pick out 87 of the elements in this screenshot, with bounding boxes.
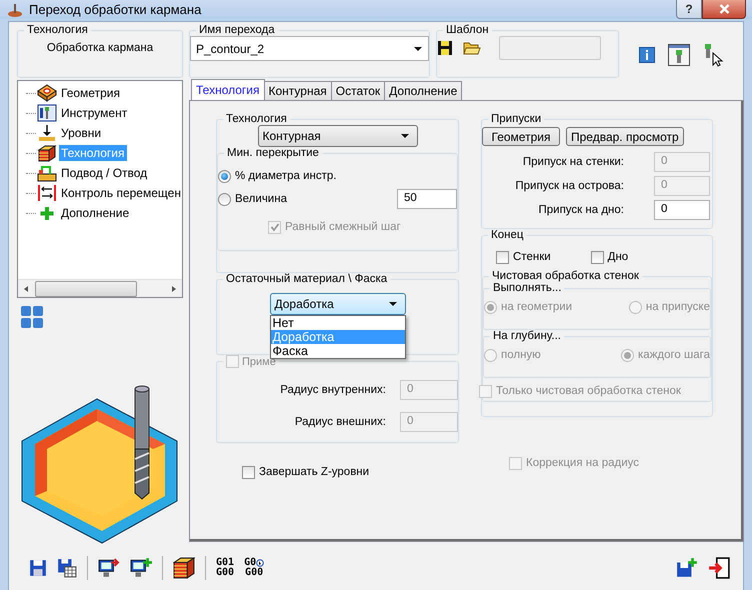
tab[interactable]: Дополнение [384, 81, 462, 100]
technology-value: Обработка кармана [46, 42, 154, 56]
field-label: Припуск на стенки: [522, 156, 624, 168]
save-icon[interactable] [29, 559, 47, 577]
monitor-arrow-icon[interactable] [98, 557, 120, 579]
info-icon[interactable] [639, 47, 655, 63]
radio-label: % диаметра инстр. [235, 170, 337, 182]
radio-label: на припуске [646, 301, 710, 313]
checkbox[interactable] [590, 250, 604, 264]
group-title: Выполнять... [492, 282, 562, 294]
group-title: Технология [225, 113, 288, 125]
mill-icon [7, 2, 23, 18]
group-title: Имя перехода [198, 24, 276, 36]
save-plus-icon[interactable] [676, 557, 698, 579]
grid-icon[interactable] [20, 305, 44, 329]
close-icon [718, 4, 730, 14]
group-title: Остаточный материал \ Фаска [225, 273, 388, 285]
group-title: Конец [490, 229, 524, 241]
save-table-icon[interactable] [57, 558, 77, 578]
tool-cursor-icon[interactable] [703, 43, 725, 67]
field-label: Радиус внутренних: [280, 384, 386, 396]
tool-window-icon[interactable] [668, 44, 690, 66]
tab[interactable]: Технология [191, 79, 264, 100]
radio-label: Величина [235, 193, 287, 205]
tree-item[interactable]: Геометрия [59, 85, 122, 101]
radio-label: полную [501, 349, 541, 361]
tree-item[interactable]: Подвод / Отвод [59, 165, 150, 181]
scroll-thumb[interactable] [35, 280, 137, 296]
push-button[interactable]: Предвар. просмотр [566, 127, 684, 146]
input-field[interactable]: 50 [397, 189, 457, 209]
tree-item[interactable]: Дополнение [59, 205, 132, 221]
radio-button[interactable] [218, 192, 231, 206]
tree-item[interactable]: Инструмент [59, 105, 130, 121]
tab[interactable]: Контурная [264, 81, 332, 100]
horizontal-scrollbar[interactable] [18, 279, 182, 297]
radio-label: на геометрии [501, 301, 572, 313]
help-button[interactable]: ? [676, 0, 702, 19]
template-field[interactable] [499, 36, 601, 60]
operation-name-combo[interactable]: P_contour_2 [190, 36, 429, 61]
move-control-icon [37, 184, 57, 202]
save-icon[interactable] [437, 40, 453, 56]
radio-label: каждого шага [638, 349, 710, 361]
tree-item[interactable]: Уровни [59, 125, 104, 141]
approach-icon [37, 164, 57, 182]
tab[interactable]: Остаток [330, 81, 386, 100]
layers-icon[interactable] [173, 557, 195, 579]
checkbox-label: Стенки [513, 251, 551, 263]
push-button[interactable]: Геометрия [482, 127, 560, 146]
level-arrow-icon [37, 124, 57, 142]
remainder-dropdown[interactable]: Доработка [270, 293, 406, 315]
caret-icon [414, 46, 422, 50]
checkbox-label: Завершать Z-уровни [259, 466, 370, 478]
exit-icon[interactable] [708, 557, 730, 579]
checkbox-label: Равный смежный шаг [285, 221, 401, 233]
checkbox[interactable] [242, 466, 255, 478]
field-label: Радиус внешних: [294, 416, 386, 428]
group-title: На глубину... [492, 330, 562, 342]
checkbox-label: Приме [242, 356, 276, 368]
technology-dropdown[interactable]: Контурная [258, 125, 418, 147]
cursor-icon [256, 559, 264, 567]
dropdown-option[interactable]: Нет [270, 316, 404, 330]
caret-icon [388, 302, 396, 306]
group-title: Технология [26, 24, 89, 36]
checkbox-label: Только чистовая обработка стенок [496, 385, 681, 397]
tool-panel-icon [37, 104, 57, 122]
group-title: Шаблон [445, 24, 490, 36]
eye-block-icon [37, 84, 57, 102]
group-title: Чистовая обработка стенок [491, 270, 640, 282]
tree-item[interactable]: Контроль перемещен [59, 185, 182, 201]
gcode-button[interactable]: G01 G00 [216, 558, 234, 578]
group-title: Мин. перекрытие [226, 147, 320, 159]
field-label: Припуск на острова: [515, 180, 624, 192]
checkbox-label: Дно [608, 251, 628, 263]
close-button[interactable] [702, 0, 746, 19]
window-title: Переход обработки кармана [29, 2, 202, 17]
field-label: Припуск на дно: [538, 204, 624, 216]
checkbox[interactable] [496, 250, 509, 264]
folder-icon[interactable] [463, 40, 481, 56]
radio-button[interactable] [218, 170, 231, 182]
checkbox-label: Коррекция на радиус [526, 457, 639, 469]
group-title: Припуски [490, 113, 542, 125]
input-field[interactable]: 0 [654, 200, 710, 220]
monitor-plus-icon[interactable] [130, 557, 152, 579]
gcode-button[interactable]: G0 G00 [244, 558, 264, 578]
dropdown-option[interactable]: Фаска [270, 344, 404, 358]
caret-icon [400, 134, 408, 138]
layers-block-icon [37, 144, 57, 162]
